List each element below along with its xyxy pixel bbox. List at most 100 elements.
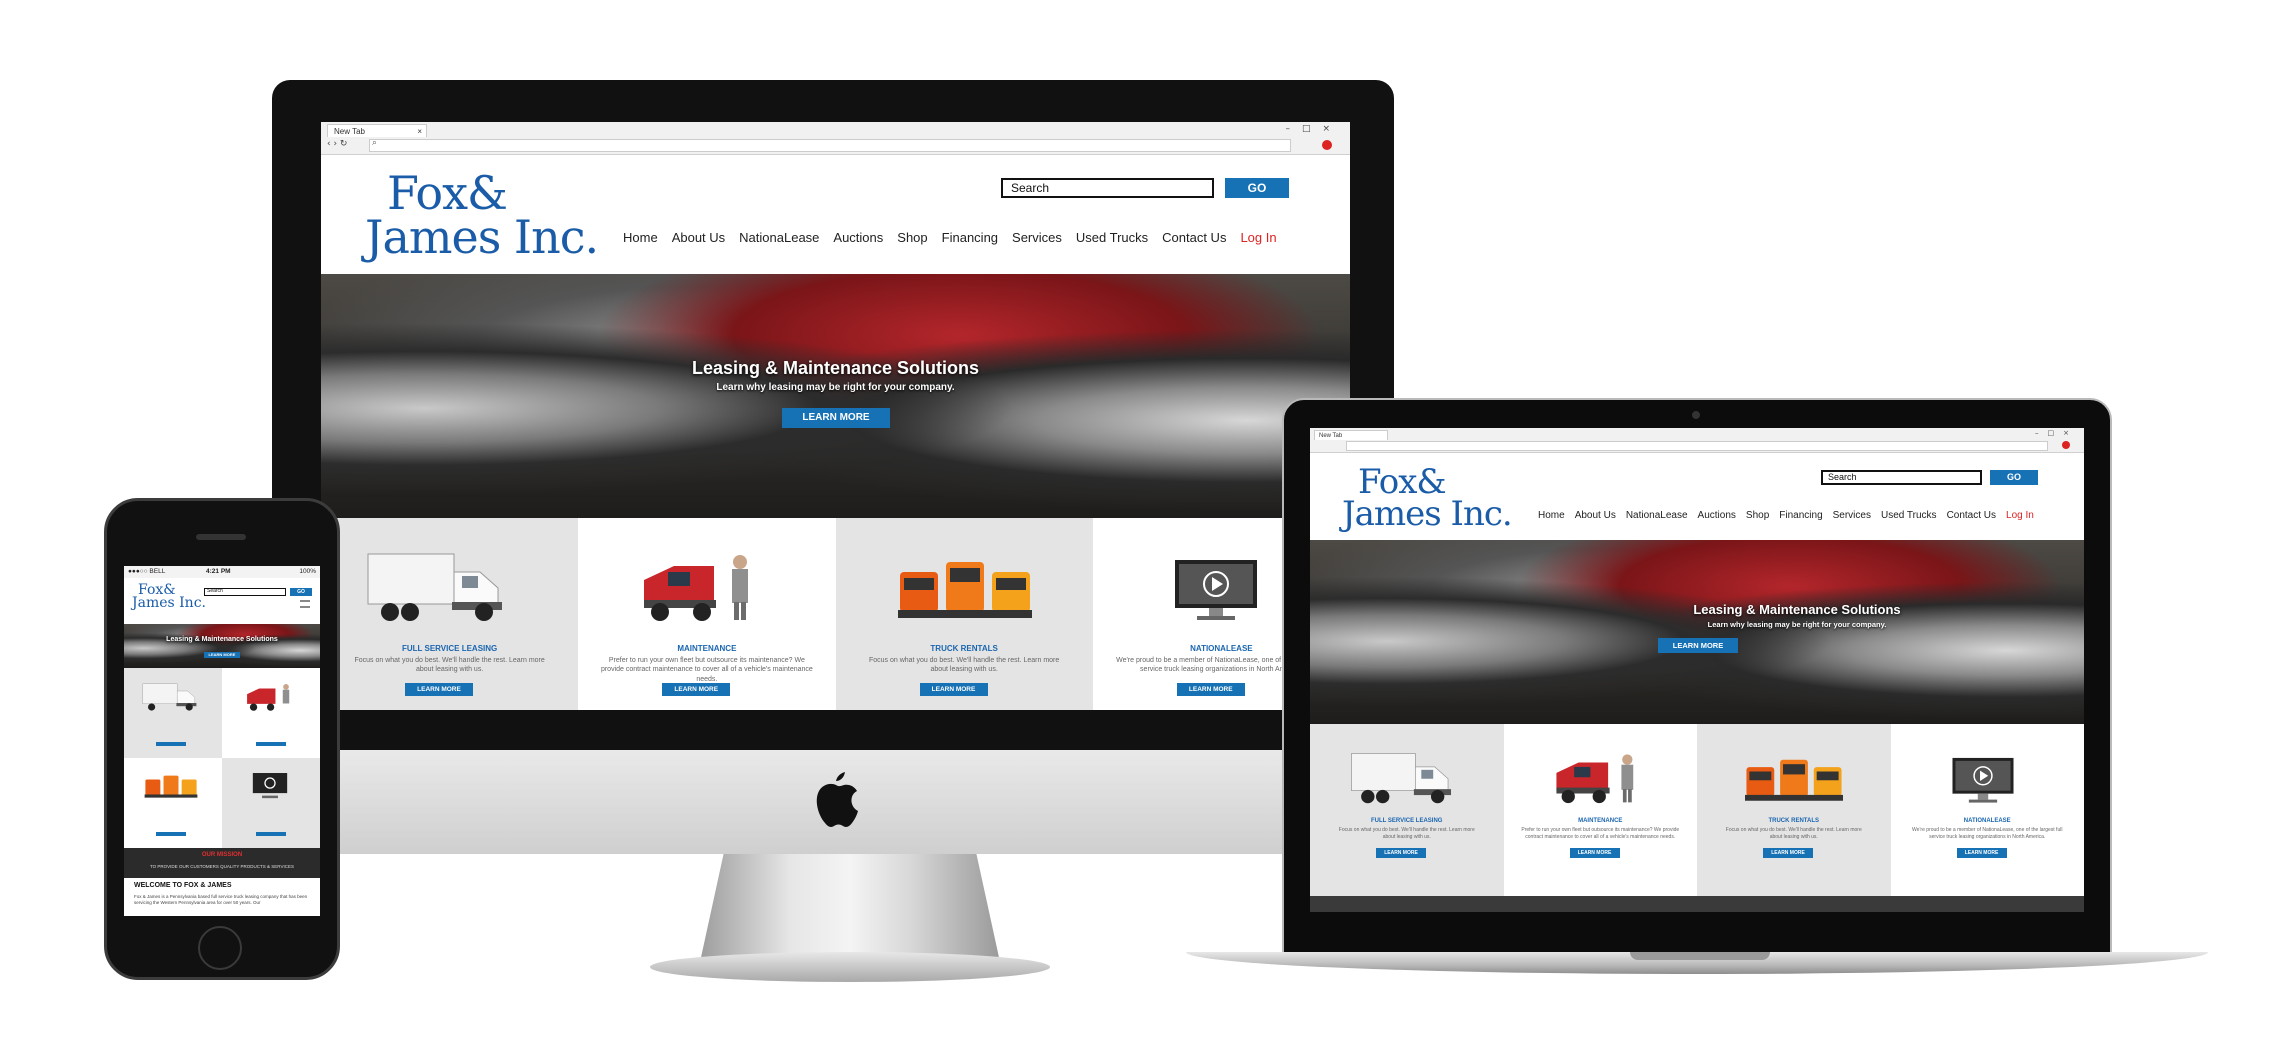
card-text: Focus on what you do best. We'll handle … — [1725, 827, 1862, 840]
card-title: TRUCK RENTALS — [1768, 818, 1820, 824]
feature-cards: FULL SERVICE LEASING Focus on what you d… — [321, 518, 1350, 710]
hero-learn-more-button[interactable]: LEARN MORE — [1658, 638, 1738, 653]
nav-services[interactable]: Services — [1833, 510, 1871, 521]
nav-financing[interactable]: Financing — [942, 230, 998, 245]
battery-label: 100% — [299, 568, 316, 575]
card-learn-more-button[interactable]: LEARN MORE — [256, 832, 286, 836]
search-input[interactable]: Search — [1821, 470, 1982, 485]
search-input[interactable]: Search — [1001, 178, 1214, 198]
card-learn-more-button[interactable]: LEARN MORE — [662, 683, 731, 696]
nav-nationalease[interactable]: NationaLease — [739, 230, 819, 245]
maximize-icon[interactable]: □ — [1302, 124, 1323, 134]
orange-trucks-image — [897, 558, 1032, 624]
go-button[interactable]: GO — [290, 588, 312, 596]
nav-contact[interactable]: Contact Us — [1162, 230, 1226, 245]
close-window-icon[interactable]: × — [1322, 124, 1342, 134]
tab-label: New Tab — [334, 127, 365, 136]
card-title: FULL SERVICE LEASING — [401, 644, 498, 653]
carrier-label: ●●●○○ BELL — [128, 568, 166, 575]
nav-auctions[interactable]: Auctions — [1698, 510, 1736, 521]
red-truck-person-image — [638, 550, 768, 624]
logo-line2: James Inc. — [1342, 494, 1513, 535]
logo[interactable]: Fox& James Inc. — [132, 583, 206, 611]
address-bar[interactable] — [1346, 441, 2048, 451]
phone-speaker — [196, 534, 246, 540]
phone-screen: ●●●○○ BELL 4:21 PM 100% Fox& James Inc. … — [124, 566, 320, 916]
go-button[interactable]: GO — [1990, 470, 2038, 485]
nav-shop[interactable]: Shop — [897, 230, 927, 245]
card-text: We're proud to be a member of NationaLea… — [1912, 827, 2063, 840]
card-truck-rentals: LEARN MORE — [124, 758, 222, 848]
card-learn-more-button[interactable]: LEARN MORE — [156, 832, 186, 836]
main-nav: Home About Us NationaLease Auctions Shop… — [623, 230, 1277, 245]
address-bar[interactable]: ⌕ — [369, 137, 1291, 152]
hero-subtitle: Learn why leasing may be right for your … — [716, 382, 955, 393]
card-learn-more-button[interactable]: LEARN MORE — [919, 683, 988, 696]
card-learn-more-button[interactable]: LEARN MORE — [1569, 848, 1620, 858]
card-learn-more-button[interactable]: LEARN MORE — [1376, 848, 1426, 858]
browser-tab[interactable]: New Tab × — [327, 124, 427, 137]
nav-nationalease[interactable]: NationaLease — [1626, 510, 1688, 521]
card-learn-more-button[interactable]: LEARN MORE — [1176, 683, 1245, 696]
close-icon[interactable]: × — [417, 125, 422, 137]
logo[interactable]: Fox& James Inc. — [1342, 465, 1513, 535]
nav-financing[interactable]: Financing — [1779, 510, 1822, 521]
hero-title: Leasing & Maintenance Solutions — [1693, 602, 1901, 617]
window-controls: –□× — [2035, 429, 2078, 437]
laptop-camera — [1692, 411, 1700, 419]
extension-icon[interactable] — [1322, 140, 1332, 150]
search-input[interactable]: Search — [204, 588, 286, 596]
nav-about[interactable]: About Us — [672, 230, 725, 245]
hero-learn-more-button[interactable]: LEARN MORE — [782, 408, 890, 428]
video-monitor-image — [1173, 558, 1259, 624]
maximize-icon[interactable]: □ — [2048, 429, 2064, 437]
welcome-title: WELCOME TO FOX & JAMES — [134, 882, 232, 889]
video-monitor-image — [1951, 756, 2015, 806]
nav-used-trucks[interactable]: Used Trucks — [1076, 230, 1148, 245]
card-learn-more-button[interactable]: LEARN MORE — [1956, 848, 2007, 858]
browser-tab[interactable]: New Tab — [1314, 430, 1388, 440]
minimize-icon[interactable]: – — [1285, 124, 1302, 134]
card-learn-more-button[interactable]: LEARN MORE — [1763, 848, 1813, 858]
card-full-service-leasing: FULL SERVICE LEASING Focus on what you d… — [321, 518, 579, 710]
nav-home[interactable]: Home — [623, 230, 658, 245]
red-truck-person-image — [1552, 750, 1648, 806]
nav-used-trucks[interactable]: Used Trucks — [1881, 510, 1937, 521]
close-window-icon[interactable]: × — [2063, 429, 2078, 437]
phone-cards: LEARN MORE LEARN MORE LEARN MORE LEARN M… — [124, 668, 320, 848]
nav-arrows-icon[interactable]: ‹ › ↻ — [327, 139, 347, 149]
card-text: Prefer to run your own fleet but outsour… — [600, 657, 813, 683]
imac-screen: New Tab × –□× ‹ › ↻ ⌕ Fox& James Inc. Se… — [321, 122, 1350, 710]
card-learn-more-button[interactable]: LEARN MORE — [156, 742, 186, 746]
nav-shop[interactable]: Shop — [1746, 510, 1769, 521]
imac-stand-base — [650, 952, 1050, 982]
orange-trucks-image — [1745, 756, 1843, 806]
nav-home[interactable]: Home — [1538, 510, 1565, 521]
hero-subtitle: Learn why leasing may be right for your … — [1707, 620, 1887, 629]
card-full-service-leasing: FULL SERVICE LEASING Focus on what you d… — [1310, 724, 1504, 896]
card-text: Focus on what you do best. We'll handle … — [868, 657, 1060, 674]
nav-auctions[interactable]: Auctions — [833, 230, 883, 245]
mission-title: OUR MISSION — [201, 852, 243, 858]
card-truck-rentals: TRUCK RENTALS Focus on what you do best.… — [1697, 724, 1891, 896]
minimize-icon[interactable]: – — [2035, 429, 2048, 437]
go-button[interactable]: GO — [1225, 178, 1289, 198]
nav-login[interactable]: Log In — [2006, 510, 2034, 521]
nav-about[interactable]: About Us — [1575, 510, 1616, 521]
logo[interactable]: Fox& James Inc. — [365, 170, 599, 259]
card-learn-more-button[interactable]: LEARN MORE — [405, 683, 473, 696]
nav-login[interactable]: Log In — [1240, 230, 1276, 245]
card-title: TRUCK RENTALS — [930, 644, 998, 653]
extension-icon[interactable] — [2062, 441, 2070, 449]
browser-chrome: New Tab × –□× ‹ › ↻ ⌕ — [321, 122, 1350, 155]
card-nationalease: NATIONALEASE We're proud to be a member … — [1890, 724, 2084, 896]
card-learn-more-button[interactable]: LEARN MORE — [256, 742, 286, 746]
menu-icon[interactable] — [300, 600, 310, 608]
nav-services[interactable]: Services — [1012, 230, 1062, 245]
nav-contact[interactable]: Contact Us — [1947, 510, 1996, 521]
hero-banner: Leasing & Maintenance Solutions Learn wh… — [321, 274, 1350, 518]
search-icon: ⌕ — [372, 137, 378, 147]
mission-text: TO PROVIDE OUR CUSTOMERS QUALITY PRODUCT… — [150, 864, 294, 869]
home-button[interactable] — [198, 926, 242, 970]
hero-learn-more-button[interactable]: LEARN MORE — [204, 652, 240, 658]
